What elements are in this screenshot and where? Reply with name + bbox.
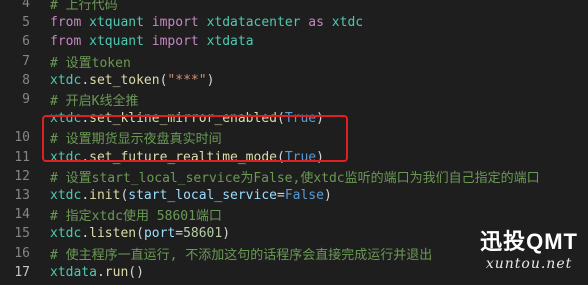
- code-token: ): [222, 226, 231, 242]
- code-token: # 开启K线全推: [50, 94, 139, 110]
- code-token: import: [143, 34, 207, 50]
- code-token: # 上行代码: [50, 0, 118, 14]
- code-line[interactable]: 12 # 设置start_local_service为False,使xtdc监听的…: [0, 167, 588, 186]
- line-number: 11: [14, 149, 30, 165]
- code-token: 58601: [183, 226, 223, 242]
- code-line[interactable]: 8 xtdc.set_token("***"): [0, 71, 588, 90]
- code-token: =: [175, 226, 184, 242]
- code-token: ): [316, 149, 324, 165]
- watermark-title: 迅投QMT: [480, 229, 578, 254]
- line-number: 9: [22, 92, 30, 108]
- code-token: start_local_service: [128, 188, 277, 204]
- code-text: # 使主程序一直运行, 不添加这句的话程序会直接完成运行并退出: [50, 244, 432, 263]
- code-token: .: [81, 188, 90, 204]
- watermark-url: xuntou.net: [485, 256, 573, 272]
- line-number: 16: [14, 245, 30, 261]
- code-token: .: [81, 149, 90, 165]
- code-text: xtdc.set_future_realtime_mode(True): [50, 150, 324, 165]
- code-token: import: [143, 15, 207, 31]
- code-token: (: [276, 111, 285, 127]
- code-token: xtdatacenter: [206, 15, 301, 31]
- code-line[interactable]: 6 from xtquant import xtdata: [0, 32, 588, 51]
- code-token: .: [81, 111, 90, 127]
- line-number: 8: [22, 72, 30, 88]
- line-number: 5: [22, 15, 30, 31]
- code-text: from xtquant import xtdata: [50, 34, 254, 49]
- line-number: 15: [14, 226, 30, 242]
- code-token: init: [89, 188, 121, 204]
- code-token: set_token: [89, 72, 160, 88]
- code-text: # 开启K线全推: [50, 90, 138, 109]
- code-line[interactable]: 9 # 开启K线全推: [0, 90, 588, 109]
- code-token: set_kline_mirror_enabled: [89, 111, 277, 127]
- code-text: # 设置token: [50, 52, 131, 71]
- code-token: set_future_realtime_mode: [89, 149, 277, 165]
- code-token: port: [143, 226, 176, 242]
- line-number: 17: [14, 264, 30, 280]
- code-token: # 设置start_local_service为False,使xtdc监听的端口…: [50, 170, 540, 186]
- code-token: listen: [89, 226, 137, 242]
- code-text: xtdc.listen(port=58601): [50, 226, 230, 241]
- code-token: False: [284, 188, 324, 204]
- code-token: # 设置期货显示夜盘真实时间: [50, 132, 222, 148]
- code-token: from: [50, 34, 90, 50]
- code-text: xtdc.init(start_local_service=False): [50, 188, 332, 203]
- code-text: # 设置期货显示夜盘真实时间: [50, 128, 222, 147]
- code-token: from: [50, 15, 90, 31]
- code-token: xtdata: [206, 34, 254, 50]
- code-token: (: [276, 149, 285, 165]
- code-text: # 设置start_local_service为False,使xtdc监听的端口…: [50, 167, 540, 186]
- code-token: (): [128, 264, 144, 280]
- code-token: .: [81, 72, 90, 88]
- code-token: as: [300, 15, 332, 31]
- code-token: xtdc: [50, 149, 82, 165]
- code-token: xtdc: [50, 72, 82, 88]
- line-number: 12: [14, 168, 30, 184]
- code-text: xtdata.run(): [50, 265, 144, 280]
- line-number: 6: [22, 34, 30, 50]
- code-line[interactable]: 10 # 设置期货显示夜盘真实时间: [0, 128, 588, 147]
- code-line[interactable]: 4 # 上行代码: [0, 0, 588, 13]
- line-number: 13: [14, 188, 30, 204]
- code-token: True: [284, 111, 317, 127]
- code-token: xtdc: [50, 111, 82, 127]
- code-text: xtdc.set_kline_mirror_enabled(True): [50, 111, 324, 126]
- line-number: 7: [22, 53, 30, 69]
- code-token: xtquant: [89, 15, 144, 31]
- code-token: xtdc: [50, 188, 82, 204]
- code-token: ): [323, 188, 332, 204]
- code-line[interactable]: 5 from xtquant import xtdatacenter as xtd…: [0, 13, 588, 32]
- code-token: # 设置token: [50, 55, 131, 71]
- code-text: # 上行代码: [50, 0, 118, 13]
- code-token: xtquant: [89, 34, 144, 50]
- code-line[interactable]: 7 # 设置token: [0, 52, 588, 71]
- code-token: # 指定xtdc使用 58601端口: [50, 209, 222, 225]
- code-token: run: [104, 264, 129, 280]
- code-token: .: [81, 226, 90, 242]
- code-token: (: [136, 226, 144, 242]
- code-token: True: [284, 149, 317, 165]
- code-token: ): [206, 72, 215, 88]
- code-token: xtdc: [331, 15, 364, 31]
- code-token: xtdc: [50, 226, 82, 242]
- code-text: xtdc.set_token("***"): [50, 73, 214, 88]
- code-line[interactable]: 13 xtdc.init(start_local_service=False): [0, 186, 588, 205]
- code-token: "***": [167, 72, 207, 88]
- code-text: from xtquant import xtdatacenter as xtdc: [50, 15, 363, 30]
- code-line[interactable]: 11 xtdc.set_future_realtime_mode(True): [0, 148, 588, 167]
- code-line[interactable]: 14 # 指定xtdc使用 58601端口: [0, 205, 588, 224]
- watermark: 迅投QMT xuntou.net: [480, 224, 578, 272]
- line-number: 10: [14, 130, 30, 146]
- code-token: # 使主程序一直运行, 不添加这句的话程序会直接完成运行并退出: [50, 247, 433, 263]
- code-token: .: [96, 264, 105, 280]
- code-line[interactable]: xtdc.set_kline_mirror_enabled(True): [0, 109, 588, 128]
- line-number: 14: [14, 207, 30, 223]
- code-token: =: [277, 188, 285, 204]
- code-editor[interactable]: 4 # 上行代码 5 from xtquant import xtdatacenter…: [0, 0, 588, 285]
- code-token: xtdata: [50, 264, 97, 280]
- line-number: 4: [22, 0, 30, 12]
- code-token: ): [316, 111, 324, 127]
- code-text: # 指定xtdc使用 58601端口: [50, 205, 222, 224]
